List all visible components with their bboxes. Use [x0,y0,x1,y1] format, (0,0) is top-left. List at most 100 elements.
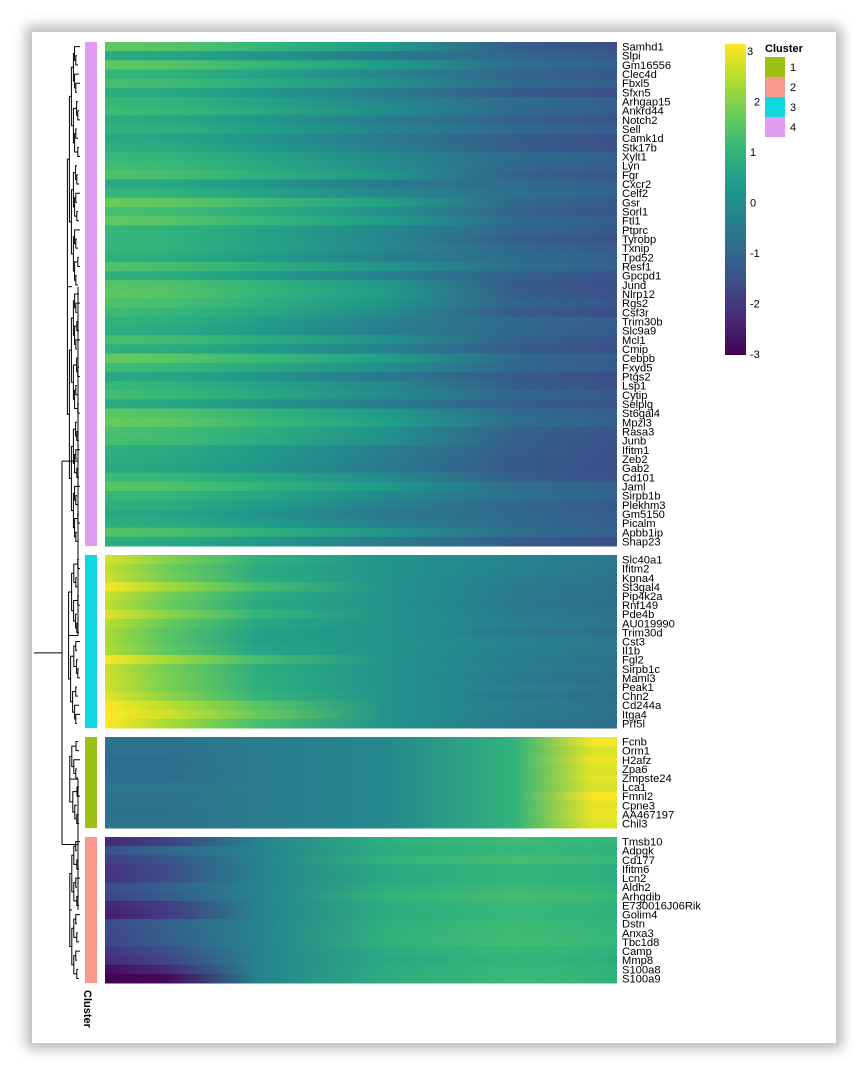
heatmap-row-nlrp12 [105,289,617,300]
heatmap-row-tbc1d8 [105,937,617,947]
heatmap-row-fbxl5 [105,78,617,89]
heatmap-row-xylt1 [105,151,617,162]
colorbar-tick-label: 1 [750,147,756,159]
heatmap-row-stk17b [105,142,617,153]
heatmap-row-sfxn5 [105,87,617,98]
heatmap-row-dstn [105,919,617,929]
heatmap-row-trim30d [105,627,617,638]
heatmap-row-notch2 [105,115,617,125]
heatmap-row-cpne3 [105,800,617,811]
heatmap-row-fgl2 [105,655,617,665]
heatmap-row-lcn2 [105,873,617,884]
heatmap-row-resf1 [105,261,617,272]
heatmap-row-tmsb10 [105,837,617,847]
cluster-bar-2 [85,837,97,983]
heatmap-row-pip4k2a [105,591,617,602]
cluster-legend-label-1: 1 [790,62,796,74]
heatmap-row-picalm [105,518,617,529]
heatmap-row-cd177 [105,855,617,865]
heatmap-row-chil3 [105,818,617,829]
colorbar-tick-label: -2 [750,299,760,311]
heatmap-row-arhgdib [105,891,617,902]
cluster-annotation [85,42,97,983]
heatmap-row-camp [105,946,617,957]
cluster-bar-3 [85,555,97,728]
heatmap-row-fxyd5 [105,362,617,373]
colorbar-tick-label: 2 [754,97,760,109]
heatmap-row-ifitm1 [105,445,617,455]
heatmap-row-peak1 [105,682,617,693]
heatmap-row-plekhm3 [105,500,617,510]
cluster-legend-label-4: 4 [790,122,796,134]
heatmap-row-sell [105,124,617,135]
heatmap-row-ptprc [105,225,617,235]
color-legend: 3 2 1 0 -1 -2 -3 [725,44,760,361]
heatmap-row-zmpste24 [105,773,617,783]
heatmap-row-maml3 [105,673,617,683]
heatmap-row-anxa3 [105,928,617,938]
heatmap-row-st6gal4 [105,408,617,419]
heatmap-row-rasa3 [105,426,617,437]
heatmap-row-fmnl2 [105,791,617,802]
heatmap-row-st3gal4 [105,582,617,592]
heatmap-row-tyrobp [105,234,617,245]
heatmap-row-aa467197 [105,809,617,820]
heatmap-row-apbb1ip [105,527,617,538]
heatmap-row-tpd52 [105,252,617,263]
heatmap-row-mcl1 [105,335,617,345]
heatmap-row-e730016j06rik [105,900,617,911]
heatmap-row-orm1 [105,746,617,756]
heatmap-row-sirpb1c [105,664,617,674]
heatmap-row-lsp1 [105,381,617,391]
heatmap-row-mpzl3 [105,417,617,428]
heatmap-row-junb [105,436,617,446]
heatmap-row-trim30b [105,316,617,327]
cluster-bar-1 [85,737,97,828]
heatmap-row-gm16556 [105,60,617,70]
heatmap-row-chn2 [105,691,617,702]
heatmap-row-cmip [105,344,617,355]
colorbar-tick-label: -3 [750,349,760,361]
cluster-legend: Cluster 1 2 3 4 [765,43,804,137]
cluster-legend-title: Cluster [765,43,804,55]
heatmap-row-zpa6 [105,764,617,774]
heatmap-figure: Samhd1SlpiGm16556Clec4dFbxl5Sfxn5Arhgap1… [34,42,804,1029]
heatmap-row-mmp8 [105,955,617,966]
heatmap-row-sirpb1b [105,491,617,501]
heatmap-row-cxcr2 [105,179,617,190]
heatmap-row-fcnb [105,737,617,747]
colorbar-tick-label: 3 [747,46,753,58]
gene-label-chil3: Chil3 [622,818,648,830]
heatmap-row-arhgap15 [105,96,617,107]
cluster-legend-swatch-1 [765,57,785,77]
colorbar-tick-label: 0 [750,198,756,210]
heatmap-row-slc40a1 [105,555,617,565]
heatmap-row-prf5l [105,718,617,729]
heatmap-row-fgr [105,170,617,180]
heatmap-row-camk1d [105,133,617,144]
heatmap-row-gab2 [105,463,617,474]
heatmap-row-ankrd44 [105,106,617,116]
gene-label-shap23: Shap23 [622,536,661,548]
heatmap-row-cytip [105,390,617,400]
heatmap-row-slpi [105,51,617,61]
heatmap-row-au019990 [105,618,617,629]
heatmap-row-adpgk [105,846,617,856]
heatmap-row-sorl1 [105,206,617,217]
heatmap-row-ptgs2 [105,371,617,382]
heatmap-row-lca1 [105,782,617,793]
heatmap-row-samhd1 [105,42,617,52]
heatmap-row-itga4 [105,709,617,720]
gene-label-s100a9: S100a9 [622,973,661,985]
gene-label-prf5l: Prf5l [622,718,645,730]
cluster-bar-4 [85,42,97,546]
heatmap-row-lyn [105,161,617,171]
heatmap-row-cd244a [105,700,617,711]
heatmap-row-il1b [105,646,617,656]
heatmap-row-gpcpd1 [105,271,617,281]
heatmap-row-shap23 [105,536,617,547]
cluster-legend-swatch-2 [765,77,785,97]
heatmap-row-pde4b [105,609,617,620]
cluster-annotation-label: Cluster [81,990,93,1029]
heatmap-row-rnf149 [105,600,617,611]
